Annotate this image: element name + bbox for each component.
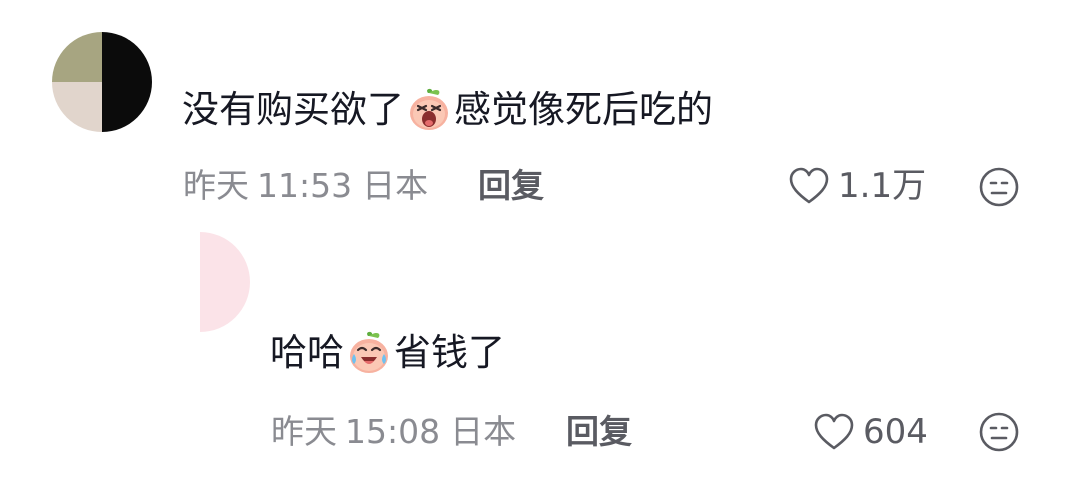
avatar-tile [102, 82, 152, 132]
comment-time: 15:08 [345, 412, 441, 451]
comment-date: 昨天 [183, 166, 249, 205]
like-count: 1.1万 [838, 166, 927, 206]
comment-region: 日本 [362, 166, 429, 205]
reply-button[interactable]: 回复 [478, 166, 544, 206]
comment-text: 没有购买欲了 感觉像死后吃的 [182, 87, 713, 133]
reply-button[interactable]: 回复 [566, 412, 632, 452]
like-count: 604 [863, 412, 928, 452]
avatar[interactable] [52, 32, 152, 132]
meh-face-icon[interactable] [978, 166, 1020, 208]
avatar-tile [52, 82, 102, 132]
comment-region: 日本 [450, 412, 517, 451]
like-button[interactable]: 1.1万 [788, 166, 926, 206]
avatar[interactable] [200, 232, 250, 332]
heart-outline-icon [814, 413, 854, 450]
comment-text-after: 省钱了 [394, 331, 505, 374]
comment-time: 11:53 [257, 166, 353, 205]
comment-text-before: 没有购买欲了 [182, 88, 404, 131]
angry-peach-emoji [410, 88, 448, 130]
comment-meta: 昨天 15:08 日本 [271, 412, 516, 452]
avatar-tile [52, 32, 102, 82]
comment-date: 昨天 [271, 412, 337, 451]
like-button[interactable]: 604 [813, 412, 928, 452]
comment-text-before: 哈哈 [270, 331, 344, 374]
avatar-tile [102, 32, 152, 82]
laugh-cry-peach-emoji [350, 331, 388, 373]
meh-face-icon[interactable] [978, 411, 1020, 453]
reply-item: 哈哈 省钱了 昨天 15:08 日本 回复 604 [0, 230, 1080, 482]
comment-item: 没有购买欲了 感觉像死后吃的 昨天 11:53 日本 回复 1.1万 [0, 0, 1080, 230]
comment-text-after: 感觉像死后吃的 [454, 88, 713, 131]
heart-outline-icon [789, 167, 829, 204]
comment-text: 哈哈 省钱了 [270, 330, 505, 376]
comment-meta: 昨天 11:53 日本 [183, 166, 428, 206]
